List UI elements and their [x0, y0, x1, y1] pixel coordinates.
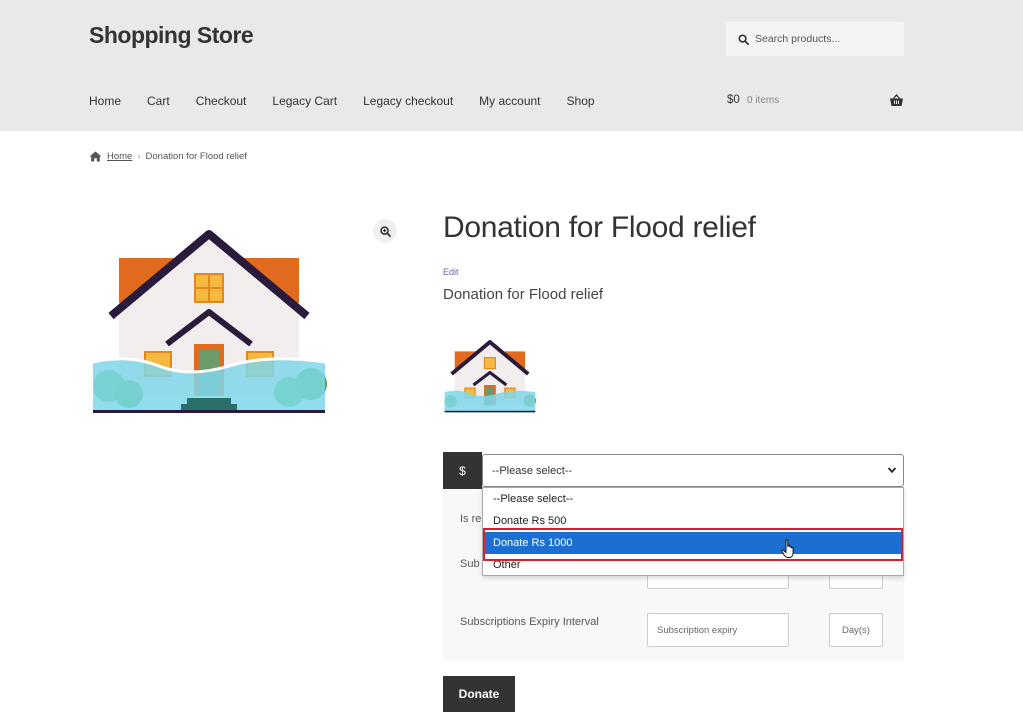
- nav-my-account[interactable]: My account: [479, 94, 540, 108]
- dropdown-option[interactable]: Donate Rs 500: [483, 510, 903, 532]
- breadcrumb-separator: ›: [137, 151, 141, 162]
- nav-checkout[interactable]: Checkout: [196, 94, 247, 108]
- currency-symbol: $: [443, 452, 482, 489]
- product-thumbnail[interactable]: [443, 326, 565, 426]
- zoom-icon: [379, 225, 391, 237]
- nav-shop[interactable]: Shop: [567, 94, 595, 108]
- recurring-label: Is re: [460, 513, 482, 525]
- breadcrumb-home-link[interactable]: Home: [107, 151, 132, 162]
- dropdown-option[interactable]: Other: [483, 554, 903, 576]
- subscription-expiry-input[interactable]: Subscription expiry: [647, 613, 789, 647]
- site-header: Shopping Store Search products... Home C…: [0, 0, 1023, 131]
- cart-count: 0 items: [747, 95, 780, 106]
- edit-link[interactable]: Edit: [443, 267, 459, 277]
- search-icon: [738, 33, 749, 45]
- nav-legacy-checkout[interactable]: Legacy checkout: [363, 94, 453, 108]
- product-title: Donation for Flood relief: [443, 211, 756, 244]
- zoom-button[interactable]: [373, 219, 397, 243]
- donation-dropdown-list: --Please select-- Donate Rs 500 Donate R…: [482, 487, 904, 576]
- nav-cart[interactable]: Cart: [147, 94, 170, 108]
- chevron-down-icon: [887, 467, 897, 474]
- subscription-label: Sub: [460, 558, 480, 570]
- nav-legacy-cart[interactable]: Legacy Cart: [272, 94, 337, 108]
- expiry-unit-select[interactable]: Day(s): [829, 613, 883, 647]
- nav-home[interactable]: Home: [89, 94, 121, 108]
- donation-amount-select[interactable]: --Please select--: [482, 454, 904, 487]
- home-icon: [89, 151, 102, 162]
- primary-nav: Home Cart Checkout Legacy Cart Legacy ch…: [89, 94, 621, 108]
- dropdown-option[interactable]: --Please select--: [483, 488, 903, 510]
- breadcrumb: Home › Donation for Flood relief: [89, 151, 247, 162]
- search-placeholder: Search products...: [755, 33, 841, 45]
- cart-total: $0: [727, 94, 740, 106]
- search-input[interactable]: Search products...: [726, 22, 904, 56]
- select-value: --Please select--: [492, 464, 573, 477]
- product-image[interactable]: [89, 216, 401, 426]
- basket-icon[interactable]: [889, 94, 904, 107]
- expiry-interval-label: Subscriptions Expiry Interval: [460, 616, 599, 628]
- product-short-description: Donation for Flood relief: [443, 286, 604, 303]
- breadcrumb-current: Donation for Flood relief: [145, 151, 247, 162]
- hand-cursor-icon: [781, 539, 794, 558]
- donate-button[interactable]: Donate: [443, 676, 515, 712]
- cart-summary[interactable]: $0 0 items: [727, 94, 779, 106]
- site-title[interactable]: Shopping Store: [89, 22, 254, 49]
- dropdown-option-selected[interactable]: Donate Rs 1000: [483, 532, 903, 554]
